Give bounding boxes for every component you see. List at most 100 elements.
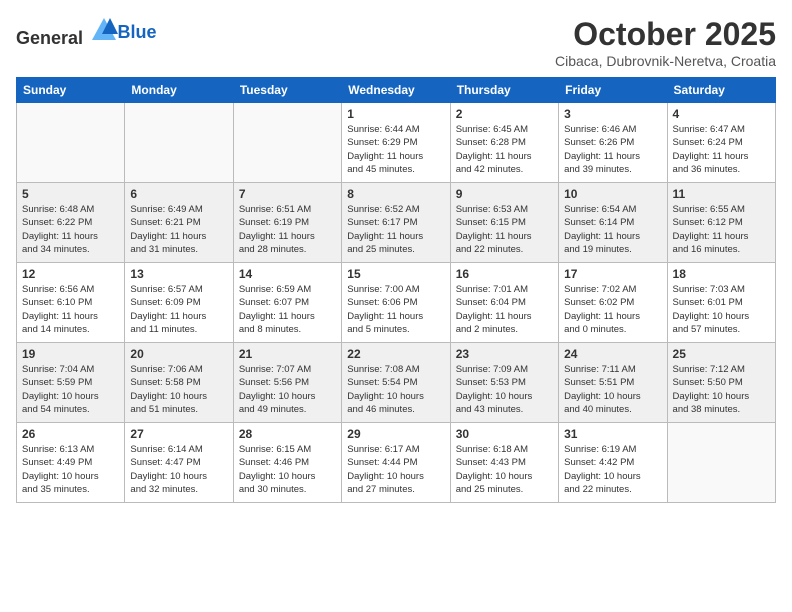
- day-info: Sunrise: 6:17 AMSunset: 4:44 PMDaylight:…: [347, 443, 444, 496]
- day-info: Sunrise: 6:19 AMSunset: 4:42 PMDaylight:…: [564, 443, 661, 496]
- calendar-cell: 5 Sunrise: 6:48 AMSunset: 6:22 PMDaylight…: [17, 183, 125, 263]
- logo: General Blue: [16, 16, 157, 49]
- calendar-cell: 16 Sunrise: 7:01 AMSunset: 6:04 PMDayligh…: [450, 263, 558, 343]
- calendar-cell: 6 Sunrise: 6:49 AMSunset: 6:21 PMDaylight…: [125, 183, 233, 263]
- calendar-cell: 11Sunrise: 6:55 AMSunset: 6:12 PMDayligh…: [667, 183, 775, 263]
- day-info: Sunrise: 6:53 AMSunset: 6:15 PMDaylight:…: [456, 203, 553, 256]
- page-header: General Blue October 2025 Cibaca, Dubrov…: [16, 16, 776, 69]
- col-header-sunday: Sunday: [17, 78, 125, 103]
- day-info: Sunrise: 6:44 AMSunset: 6:29 PMDaylight:…: [347, 123, 444, 176]
- day-info: Sunrise: 6:45 AMSunset: 6:28 PMDaylight:…: [456, 123, 553, 176]
- day-number: 21: [239, 347, 336, 361]
- day-info: Sunrise: 6:55 AMSunset: 6:12 PMDaylight:…: [673, 203, 770, 256]
- calendar-cell: 29Sunrise: 6:17 AMSunset: 4:44 PMDayligh…: [342, 423, 450, 503]
- calendar-week-row: 19 Sunrise: 7:04 AMSunset: 5:59 PMDayligh…: [17, 343, 776, 423]
- location-title: Cibaca, Dubrovnik-Neretva, Croatia: [555, 53, 776, 69]
- day-info: Sunrise: 7:06 AMSunset: 5:58 PMDaylight:…: [130, 363, 227, 416]
- day-info: Sunrise: 6:54 AMSunset: 6:14 PMDaylight:…: [564, 203, 661, 256]
- day-number: 15: [347, 267, 444, 281]
- day-info: Sunrise: 6:13 AMSunset: 4:49 PMDaylight:…: [22, 443, 119, 496]
- day-info: Sunrise: 6:49 AMSunset: 6:21 PMDaylight:…: [130, 203, 227, 256]
- day-number: 22: [347, 347, 444, 361]
- day-number: 26: [22, 427, 119, 441]
- day-info: Sunrise: 6:56 AMSunset: 6:10 PMDaylight:…: [22, 283, 119, 336]
- day-info: Sunrise: 7:04 AMSunset: 5:59 PMDaylight:…: [22, 363, 119, 416]
- col-header-wednesday: Wednesday: [342, 78, 450, 103]
- day-number: 19: [22, 347, 119, 361]
- logo-icon: [90, 16, 118, 44]
- day-info: Sunrise: 6:59 AMSunset: 6:07 PMDaylight:…: [239, 283, 336, 336]
- calendar-cell: 8 Sunrise: 6:52 AMSunset: 6:17 PMDaylight…: [342, 183, 450, 263]
- day-info: Sunrise: 7:01 AMSunset: 6:04 PMDaylight:…: [456, 283, 553, 336]
- day-number: 2: [456, 107, 553, 121]
- day-info: Sunrise: 6:52 AMSunset: 6:17 PMDaylight:…: [347, 203, 444, 256]
- day-number: 4: [673, 107, 770, 121]
- day-info: Sunrise: 6:47 AMSunset: 6:24 PMDaylight:…: [673, 123, 770, 176]
- day-number: 16: [456, 267, 553, 281]
- day-number: 30: [456, 427, 553, 441]
- calendar-cell: 1 Sunrise: 6:44 AMSunset: 6:29 PMDaylight…: [342, 103, 450, 183]
- calendar-cell: 13Sunrise: 6:57 AMSunset: 6:09 PMDayligh…: [125, 263, 233, 343]
- day-info: Sunrise: 7:08 AMSunset: 5:54 PMDaylight:…: [347, 363, 444, 416]
- calendar-table: SundayMondayTuesdayWednesdayThursdayFrid…: [16, 77, 776, 503]
- day-number: 14: [239, 267, 336, 281]
- calendar-cell: 14 Sunrise: 6:59 AMSunset: 6:07 PMDayligh…: [233, 263, 341, 343]
- calendar-cell: 2 Sunrise: 6:45 AMSunset: 6:28 PMDaylight…: [450, 103, 558, 183]
- col-header-monday: Monday: [125, 78, 233, 103]
- day-number: 3: [564, 107, 661, 121]
- calendar-cell: 24Sunrise: 7:11 AMSunset: 5:51 PMDayligh…: [559, 343, 667, 423]
- day-number: 12: [22, 267, 119, 281]
- day-info: Sunrise: 6:18 AMSunset: 4:43 PMDaylight:…: [456, 443, 553, 496]
- calendar-cell: [125, 103, 233, 183]
- calendar-header-row: SundayMondayTuesdayWednesdayThursdayFrid…: [17, 78, 776, 103]
- day-number: 27: [130, 427, 227, 441]
- calendar-week-row: 5 Sunrise: 6:48 AMSunset: 6:22 PMDaylight…: [17, 183, 776, 263]
- calendar-cell: 17Sunrise: 7:02 AMSunset: 6:02 PMDayligh…: [559, 263, 667, 343]
- day-number: 9: [456, 187, 553, 201]
- calendar-cell: 9 Sunrise: 6:53 AMSunset: 6:15 PMDaylight…: [450, 183, 558, 263]
- col-header-friday: Friday: [559, 78, 667, 103]
- title-block: October 2025 Cibaca, Dubrovnik-Neretva, …: [555, 16, 776, 69]
- calendar-cell: 23 Sunrise: 7:09 AMSunset: 5:53 PMDayligh…: [450, 343, 558, 423]
- col-header-tuesday: Tuesday: [233, 78, 341, 103]
- day-number: 10: [564, 187, 661, 201]
- calendar-cell: [17, 103, 125, 183]
- calendar-cell: 31Sunrise: 6:19 AMSunset: 4:42 PMDayligh…: [559, 423, 667, 503]
- col-header-thursday: Thursday: [450, 78, 558, 103]
- logo-text-general: General: [16, 28, 83, 48]
- day-info: Sunrise: 7:02 AMSunset: 6:02 PMDaylight:…: [564, 283, 661, 336]
- day-number: 5: [22, 187, 119, 201]
- calendar-cell: 22 Sunrise: 7:08 AMSunset: 5:54 PMDayligh…: [342, 343, 450, 423]
- day-number: 13: [130, 267, 227, 281]
- day-info: Sunrise: 6:14 AMSunset: 4:47 PMDaylight:…: [130, 443, 227, 496]
- day-number: 6: [130, 187, 227, 201]
- day-info: Sunrise: 7:00 AMSunset: 6:06 PMDaylight:…: [347, 283, 444, 336]
- day-number: 25: [673, 347, 770, 361]
- calendar-cell: 26 Sunrise: 6:13 AMSunset: 4:49 PMDayligh…: [17, 423, 125, 503]
- calendar-cell: [233, 103, 341, 183]
- calendar-cell: 15 Sunrise: 7:00 AMSunset: 6:06 PMDayligh…: [342, 263, 450, 343]
- day-info: Sunrise: 7:11 AMSunset: 5:51 PMDaylight:…: [564, 363, 661, 416]
- day-info: Sunrise: 6:15 AMSunset: 4:46 PMDaylight:…: [239, 443, 336, 496]
- calendar-cell: 7 Sunrise: 6:51 AMSunset: 6:19 PMDaylight…: [233, 183, 341, 263]
- logo-text-blue: Blue: [118, 22, 157, 42]
- calendar-week-row: 12 Sunrise: 6:56 AMSunset: 6:10 PMDayligh…: [17, 263, 776, 343]
- calendar-cell: 25Sunrise: 7:12 AMSunset: 5:50 PMDayligh…: [667, 343, 775, 423]
- day-number: 1: [347, 107, 444, 121]
- day-number: 28: [239, 427, 336, 441]
- calendar-cell: 4 Sunrise: 6:47 AMSunset: 6:24 PMDaylight…: [667, 103, 775, 183]
- day-number: 8: [347, 187, 444, 201]
- calendar-cell: 3Sunrise: 6:46 AMSunset: 6:26 PMDaylight…: [559, 103, 667, 183]
- calendar-cell: 12 Sunrise: 6:56 AMSunset: 6:10 PMDayligh…: [17, 263, 125, 343]
- day-number: 7: [239, 187, 336, 201]
- day-number: 23: [456, 347, 553, 361]
- day-info: Sunrise: 6:51 AMSunset: 6:19 PMDaylight:…: [239, 203, 336, 256]
- day-info: Sunrise: 6:48 AMSunset: 6:22 PMDaylight:…: [22, 203, 119, 256]
- day-info: Sunrise: 7:03 AMSunset: 6:01 PMDaylight:…: [673, 283, 770, 336]
- day-info: Sunrise: 7:09 AMSunset: 5:53 PMDaylight:…: [456, 363, 553, 416]
- col-header-saturday: Saturday: [667, 78, 775, 103]
- day-number: 20: [130, 347, 227, 361]
- calendar-cell: [667, 423, 775, 503]
- calendar-cell: 19 Sunrise: 7:04 AMSunset: 5:59 PMDayligh…: [17, 343, 125, 423]
- day-number: 18: [673, 267, 770, 281]
